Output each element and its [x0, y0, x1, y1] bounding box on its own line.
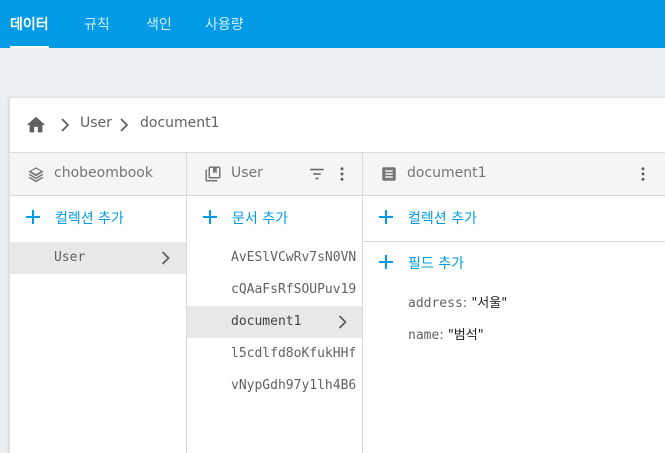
tab-rules-label: 규칙 — [84, 17, 110, 33]
field-key: name — [408, 328, 440, 343]
add-subcollection-button[interactable]: 컬렉션 추가 — [363, 197, 665, 241]
root-column: chobeombook 컬렉션 추가 User — [10, 153, 187, 453]
tab-indexes-label: 색인 — [146, 17, 172, 33]
document-item[interactable]: vNypGdh97y1lh4B6 — [187, 370, 362, 402]
tab-indexes[interactable]: 색인 — [146, 0, 172, 48]
layers-icon — [28, 167, 44, 183]
add-collection-label: 컬렉션 추가 — [55, 211, 124, 227]
document-item-selected[interactable]: document1 — [187, 306, 362, 338]
breadcrumb-item-document[interactable]: document1 — [140, 115, 220, 131]
document-id: vNypGdh97y1lh4B6 — [231, 378, 357, 393]
top-nav-bar: 데이터 규칙 색인 사용량 — [0, 0, 665, 48]
tab-usage-label: 사용량 — [205, 17, 244, 33]
add-field-button[interactable]: 필드 추가 — [363, 242, 665, 286]
tab-rules[interactable]: 규칙 — [84, 0, 110, 48]
add-field-label: 필드 추가 — [408, 256, 464, 272]
document-column-header: document1 — [363, 153, 665, 196]
home-icon[interactable] — [25, 114, 47, 136]
document-id: l5cdlfd8oKfukHHf — [231, 346, 357, 361]
tab-data-label: 데이터 — [10, 17, 49, 33]
chevron-right-icon — [338, 315, 347, 329]
field-value: "범석" — [447, 328, 484, 343]
plus-icon — [379, 210, 393, 224]
document-icon — [382, 167, 396, 181]
collection-item-user[interactable]: User — [10, 242, 186, 274]
filter-icon[interactable] — [308, 165, 326, 183]
plus-icon — [26, 210, 40, 224]
document-item[interactable]: l5cdlfd8oKfukHHf — [187, 338, 362, 370]
plus-icon — [379, 255, 393, 269]
tab-data[interactable]: 데이터 — [10, 0, 49, 48]
add-collection-button[interactable]: 컬렉션 추가 — [10, 197, 186, 241]
active-tab-indicator — [10, 46, 49, 48]
document-item[interactable]: cQAaFsRfSOUPuv19 — [187, 274, 362, 306]
document-column: document1 컬렉션 추가 필드 추가 address: "서울" nam… — [363, 153, 665, 453]
chevron-right-icon — [61, 118, 70, 132]
document-title: document1 — [407, 165, 487, 181]
field-value: "서울" — [471, 296, 508, 311]
document-id: document1 — [231, 314, 302, 329]
document-id: cQAaFsRfSOUPuv19 — [231, 282, 357, 297]
breadcrumb-item-user[interactable]: User — [80, 115, 112, 131]
chevron-right-icon — [161, 251, 170, 265]
add-document-label: 문서 추가 — [232, 211, 288, 227]
collection-column-header: User — [187, 153, 362, 196]
document-id: AvESlVCwRv7sN0VN — [231, 250, 357, 265]
more-vert-icon[interactable] — [333, 165, 351, 183]
root-column-header: chobeombook — [10, 153, 186, 196]
collection-column: User 문서 추가 AvESlVCwRv7sN0VN cQAaFsRfSOUP… — [187, 153, 363, 453]
field-key: address — [408, 296, 463, 311]
database-title: chobeombook — [54, 165, 153, 181]
plus-icon — [203, 210, 217, 224]
collection-item-label: User — [54, 250, 86, 265]
field-row[interactable]: address: "서울" — [408, 292, 507, 311]
breadcrumb: User document1 — [10, 98, 665, 153]
data-panel: User document1 chobeombook 컬렉션 추가 User U… — [9, 97, 665, 453]
field-row[interactable]: name: "범석" — [408, 324, 484, 343]
collection-icon — [205, 166, 221, 182]
more-vert-icon[interactable] — [634, 165, 652, 183]
chevron-right-icon — [120, 118, 129, 132]
tab-usage[interactable]: 사용량 — [205, 0, 244, 48]
add-document-button[interactable]: 문서 추가 — [187, 197, 362, 241]
field-separator: : — [439, 328, 448, 343]
add-subcollection-label: 컬렉션 추가 — [408, 211, 477, 227]
document-item[interactable]: AvESlVCwRv7sN0VN — [187, 242, 362, 274]
collection-title: User — [231, 165, 263, 181]
